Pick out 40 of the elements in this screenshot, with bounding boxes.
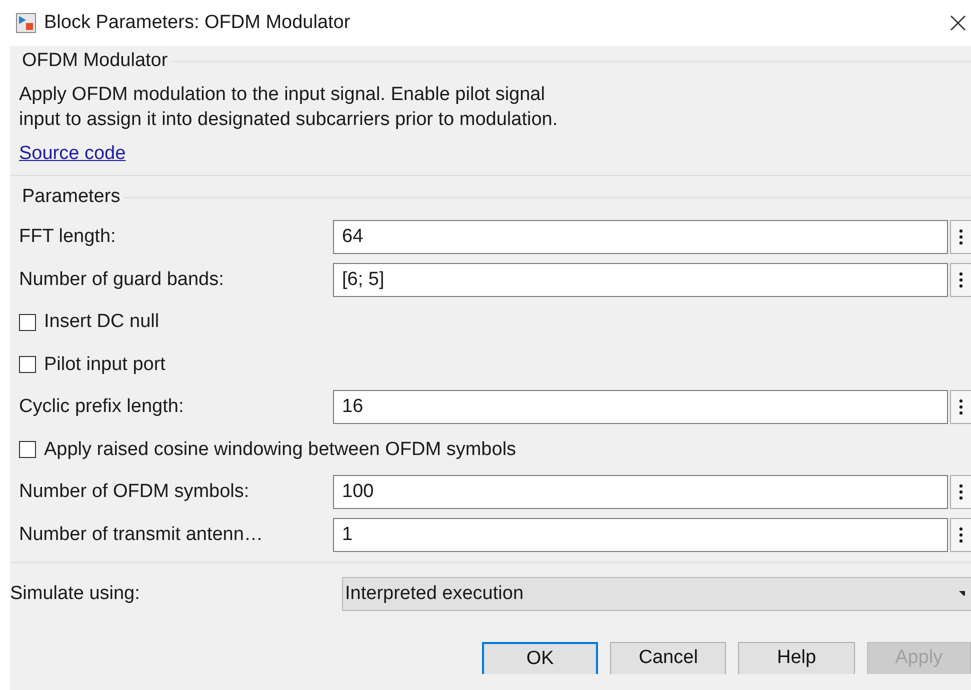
vertical-dots-icon — [959, 526, 963, 542]
vertical-dots-icon — [959, 272, 963, 288]
group-title: Parameters — [21, 186, 122, 208]
dialog-button[interactable]: OK — [482, 642, 598, 674]
dialog-button[interactable]: Cancel — [610, 642, 726, 674]
more-options-button[interactable] — [950, 262, 971, 296]
more-options-button[interactable] — [950, 475, 971, 509]
field-label: Cyclic prefix length: — [19, 396, 185, 418]
vertical-dots-icon — [959, 399, 963, 415]
vertical-dots-icon — [959, 229, 963, 245]
dropdown-arrow-icon — [959, 591, 965, 596]
checkbox-label: Insert DC null — [44, 311, 160, 333]
input-field[interactable]: 100 — [333, 475, 948, 509]
group-title: OFDM Modulator — [21, 50, 169, 72]
close-button[interactable] — [949, 14, 967, 32]
more-options-button[interactable] — [950, 390, 971, 424]
app-icon — [16, 13, 36, 33]
close-icon — [949, 14, 967, 32]
field-label: Simulate using: — [10, 582, 141, 604]
window-title: Block Parameters: OFDM Modulator — [44, 12, 352, 34]
checkbox[interactable] — [19, 441, 36, 458]
checkbox-label: Pilot input port — [44, 354, 166, 376]
field-label: Number of transmit antenn… — [19, 524, 264, 546]
input-field[interactable]: 1 — [333, 518, 948, 552]
checkbox-label: Apply raised cosine windowing between OFDM symbols — [44, 438, 516, 460]
field-label: Number of guard bands: — [19, 268, 225, 290]
dialog-button[interactable]: Help — [738, 642, 855, 674]
input-field[interactable]: [6; 5] — [333, 262, 948, 296]
simulate-dropdown[interactable]: Interpreted execution — [342, 576, 971, 610]
more-options-button[interactable] — [950, 220, 971, 254]
description-text: Apply OFDM modulation to the input signal. Enable pilot signal input to assign it into designated subcarriers prior to modulation. — [19, 83, 559, 132]
checkbox[interactable] — [19, 356, 36, 373]
vertical-dots-icon — [959, 484, 963, 500]
field-label: FFT length: — [19, 226, 117, 248]
more-options-button[interactable] — [950, 518, 971, 552]
checkbox[interactable] — [19, 314, 36, 330]
input-field[interactable]: 16 — [333, 390, 948, 424]
input-field[interactable]: 64 — [333, 220, 948, 254]
source-code-link[interactable]: Source code — [19, 143, 126, 165]
field-label: Number of OFDM symbols: — [19, 481, 250, 503]
